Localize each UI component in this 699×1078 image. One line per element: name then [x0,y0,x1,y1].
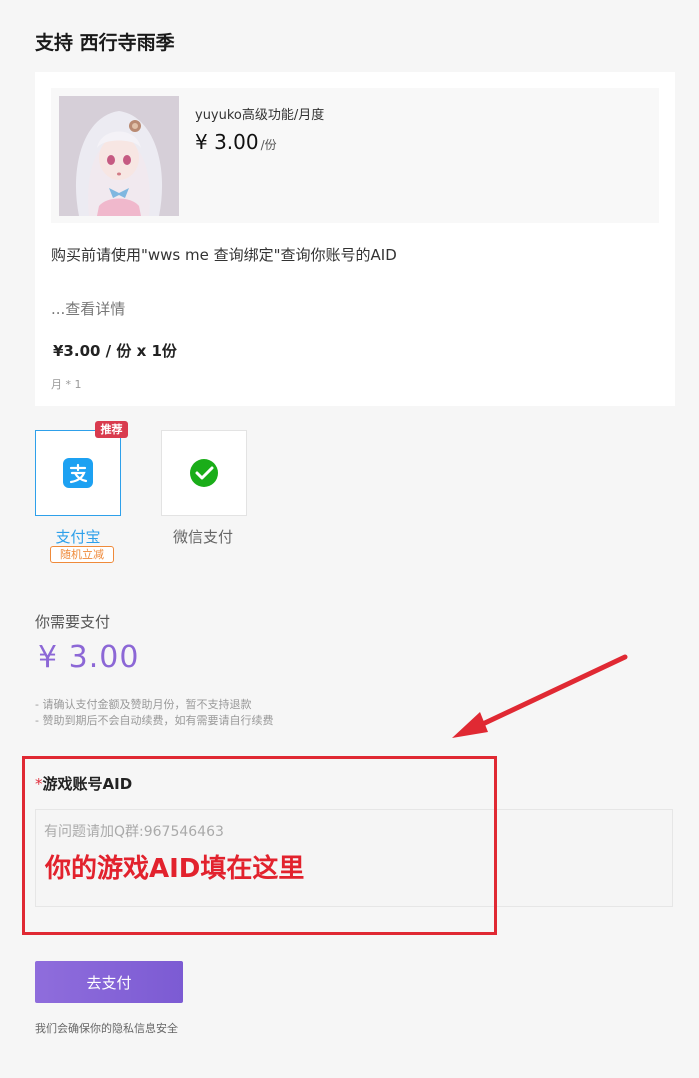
anime-character-image [59,96,179,216]
annotation-highlight-box [22,756,497,935]
alipay-icon [63,458,93,488]
price-unit: /份 [260,138,277,152]
wechat-pay-icon [190,459,218,487]
view-details-link[interactable]: ...查看详情 [51,298,125,319]
product-thumbnail [59,96,179,216]
product-summary: yuyuko高级功能/月度 ¥ 3.00/份 [51,88,659,223]
annotation-arrow-icon [452,654,628,738]
amount-due: ¥ 3.00 [38,640,140,675]
payment-notes: - 请确认支付金额及赞助月份，暂不支持退款 - 赞助到期后不会自动续费，如有需要… [35,697,273,729]
quantity-summary: ¥3.00 / 份 x 1份 [53,342,177,360]
promo-badge: 随机立减 [50,546,114,563]
pay-button[interactable]: 去支付 [35,961,183,1003]
wechat-pay-option[interactable] [161,430,247,516]
page-title: 支持 西行寺雨季 [35,32,175,54]
alipay-label[interactable]: 支付宝 [35,526,121,547]
amount-due-label: 你需要支付 [35,613,111,631]
price-value: ¥ 3.00 [195,130,259,154]
product-price: ¥ 3.00/份 [195,130,277,154]
order-card: yuyuko高级功能/月度 ¥ 3.00/份 购买前请使用"wws me 查询绑… [35,72,675,406]
privacy-note: 我们会确保你的隐私信息安全 [35,1022,178,1035]
wechat-pay-label[interactable]: 微信支付 [160,526,246,547]
refund-note: - 请确认支付金额及赞助月份，暂不支持退款 [35,698,252,711]
product-description: 购买前请使用"wws me 查询绑定"查询你账号的AID [51,246,397,264]
product-name: yuyuko高级功能/月度 [195,108,325,123]
alipay-option[interactable] [35,430,121,516]
recommended-badge: 推荐 [95,421,128,438]
renewal-note: - 赞助到期后不会自动续费，如有需要请自行续费 [35,714,274,727]
period-note: 月 * 1 [51,378,82,391]
